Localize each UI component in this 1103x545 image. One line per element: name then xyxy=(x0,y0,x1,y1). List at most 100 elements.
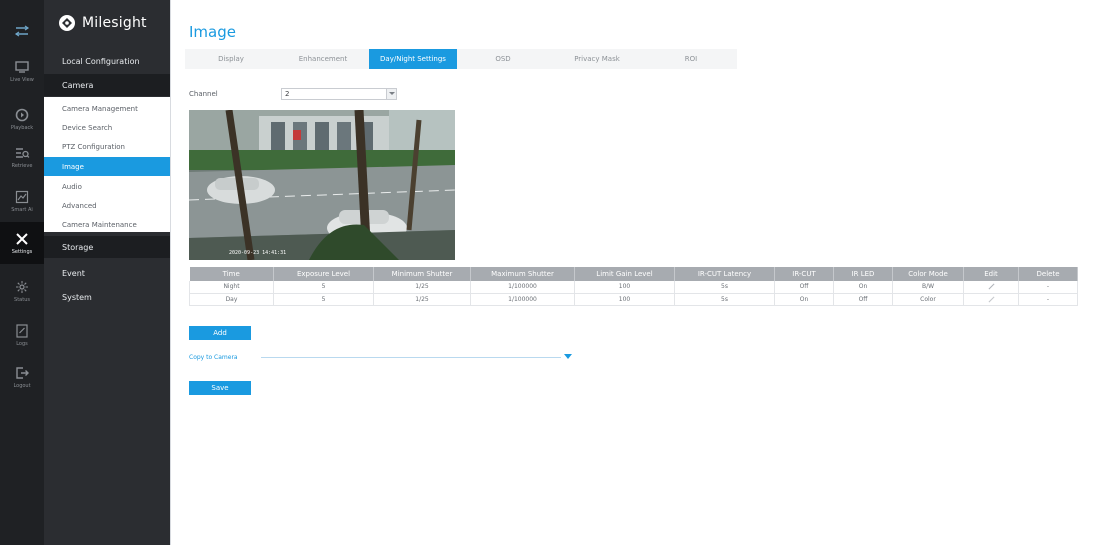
rail-settings-label: Settings xyxy=(11,248,33,255)
cell-delete[interactable]: - xyxy=(1018,281,1078,294)
settings-menu: Milesight Local Configuration Camera Cam… xyxy=(44,0,170,545)
header-ir-led: IR LED xyxy=(833,267,893,281)
copy-to-camera-divider xyxy=(261,357,561,358)
rail-retrieve-label: Retrieve xyxy=(11,162,33,169)
tab-bar: Display Enhancement Day/Night Settings O… xyxy=(185,49,737,69)
tab-osd[interactable]: OSD xyxy=(457,49,549,69)
cell-edit xyxy=(963,293,1019,306)
header-ir-cut-latency: IR-CUT Latency xyxy=(674,267,775,281)
cell-color-mode: B/W xyxy=(892,281,964,294)
cell-color-mode: Color xyxy=(892,293,964,306)
cell-minimum-shutter: 1/25 xyxy=(373,281,471,294)
add-button[interactable]: Add xyxy=(189,326,251,340)
status-icon xyxy=(16,280,28,293)
cell-edit xyxy=(963,281,1019,294)
cell-time: Night xyxy=(189,281,274,294)
menu-device-search[interactable]: Device Search xyxy=(44,118,170,137)
smart-ai-icon xyxy=(15,190,29,203)
cell-minimum-shutter: 1/25 xyxy=(373,293,471,306)
rail-logout-label: Logout xyxy=(13,382,31,389)
rail-settings[interactable]: Settings xyxy=(0,222,44,264)
header-delete: Delete xyxy=(1018,267,1078,281)
cell-maximum-shutter: 1/100000 xyxy=(470,281,575,294)
camera-preview-image xyxy=(189,110,455,260)
cell-time: Day xyxy=(189,293,274,306)
milesight-logo-icon xyxy=(59,15,75,31)
save-button[interactable]: Save xyxy=(189,381,251,395)
menu-audio[interactable]: Audio xyxy=(44,177,170,196)
cell-delete[interactable]: - xyxy=(1018,293,1078,306)
page-title: Image xyxy=(189,23,236,41)
cell-ir-led: On xyxy=(833,281,893,294)
cell-ir-cut-latency: 5s xyxy=(674,281,775,294)
rail-logs-label: Logs xyxy=(16,340,28,347)
menu-image[interactable]: Image xyxy=(44,157,170,176)
app-window: Live View Playback Retrieve Smart Ai Set… xyxy=(0,0,1103,545)
tab-day-night-settings[interactable]: Day/Night Settings xyxy=(369,49,457,69)
chevron-down-icon[interactable] xyxy=(564,354,572,359)
rail-status[interactable]: Status xyxy=(0,272,44,310)
cell-ir-cut-latency: 5s xyxy=(674,293,775,306)
brand-logo: Milesight xyxy=(58,12,147,34)
cell-maximum-shutter: 1/100000 xyxy=(470,293,575,306)
edit-icon[interactable] xyxy=(988,296,995,303)
cell-ir-led: Off xyxy=(833,293,893,306)
cell-limit-gain-level: 100 xyxy=(574,293,675,306)
menu-ptz-configuration[interactable]: PTZ Configuration xyxy=(44,137,170,156)
settings-icon xyxy=(16,232,28,245)
tab-roi[interactable]: ROI xyxy=(645,49,737,69)
day-night-schedule-table: Time Exposure Level Minimum Shutter Maxi… xyxy=(189,267,1078,306)
menu-camera[interactable]: Camera xyxy=(44,74,170,96)
rail-playback-label: Playback xyxy=(10,124,34,131)
header-ir-cut: IR-CUT xyxy=(774,267,834,281)
rail-smart-ai-label: Smart Ai xyxy=(11,206,33,213)
logs-icon xyxy=(16,323,28,338)
tab-enhancement[interactable]: Enhancement xyxy=(277,49,369,69)
chevron-down-icon xyxy=(386,89,396,99)
cell-exposure-level: 5 xyxy=(273,293,374,306)
camera-preview: 2020-09-23 14:41:31 xyxy=(189,110,455,260)
icon-rail: Live View Playback Retrieve Smart Ai Set… xyxy=(0,0,44,545)
header-limit-gain-level: Limit Gain Level xyxy=(574,267,675,281)
rail-live-view[interactable]: Live View xyxy=(0,52,44,90)
table-header-row: Time Exposure Level Minimum Shutter Maxi… xyxy=(189,267,1078,281)
rail-playback[interactable]: Playback xyxy=(0,100,44,138)
menu-event[interactable]: Event xyxy=(44,262,170,284)
channel-select[interactable]: 2 xyxy=(281,88,397,100)
rail-logout[interactable]: Logout xyxy=(0,358,44,396)
monitor-icon xyxy=(15,60,29,73)
tab-display[interactable]: Display xyxy=(185,49,277,69)
menu-advanced[interactable]: Advanced xyxy=(44,196,170,215)
channel-label: Channel xyxy=(189,90,218,98)
menu-system[interactable]: System xyxy=(44,286,170,308)
edit-icon[interactable] xyxy=(988,283,995,290)
tab-privacy-mask[interactable]: Privacy Mask xyxy=(549,49,645,69)
cell-exposure-level: 5 xyxy=(273,281,374,294)
rail-live-view-label: Live View xyxy=(10,76,34,83)
camera-submenu: Camera Management Device Search PTZ Conf… xyxy=(44,97,170,232)
menu-camera-management[interactable]: Camera Management xyxy=(44,99,170,118)
cell-limit-gain-level: 100 xyxy=(574,281,675,294)
rail-retrieve[interactable]: Retrieve xyxy=(0,138,44,176)
rail-menu-toggle[interactable] xyxy=(0,16,44,46)
rail-logs[interactable]: Logs xyxy=(0,316,44,354)
table-row: Night 5 1/25 1/100000 100 5s Off On B/W … xyxy=(189,281,1078,294)
rail-smart-ai[interactable]: Smart Ai xyxy=(0,182,44,220)
menu-toggle-icon xyxy=(14,25,30,37)
menu-camera-maintenance[interactable]: Camera Maintenance xyxy=(44,215,170,234)
brand-name: Milesight xyxy=(82,15,147,31)
channel-select-value: 2 xyxy=(285,90,290,98)
header-exposure-level: Exposure Level xyxy=(273,267,374,281)
header-color-mode: Color Mode xyxy=(892,267,964,281)
rail-status-label: Status xyxy=(14,296,30,303)
copy-to-camera-label[interactable]: Copy to Camera xyxy=(189,354,238,361)
table-row: Day 5 1/25 1/100000 100 5s On Off Color … xyxy=(189,293,1078,306)
cell-ir-cut: Off xyxy=(774,281,834,294)
retrieve-icon xyxy=(16,147,30,158)
header-minimum-shutter: Minimum Shutter xyxy=(373,267,471,281)
main-panel: Image Display Enhancement Day/Night Sett… xyxy=(170,0,1103,545)
menu-local-configuration[interactable]: Local Configuration xyxy=(44,50,170,72)
header-edit: Edit xyxy=(963,267,1019,281)
menu-storage[interactable]: Storage xyxy=(44,236,170,258)
logout-icon xyxy=(16,366,29,379)
